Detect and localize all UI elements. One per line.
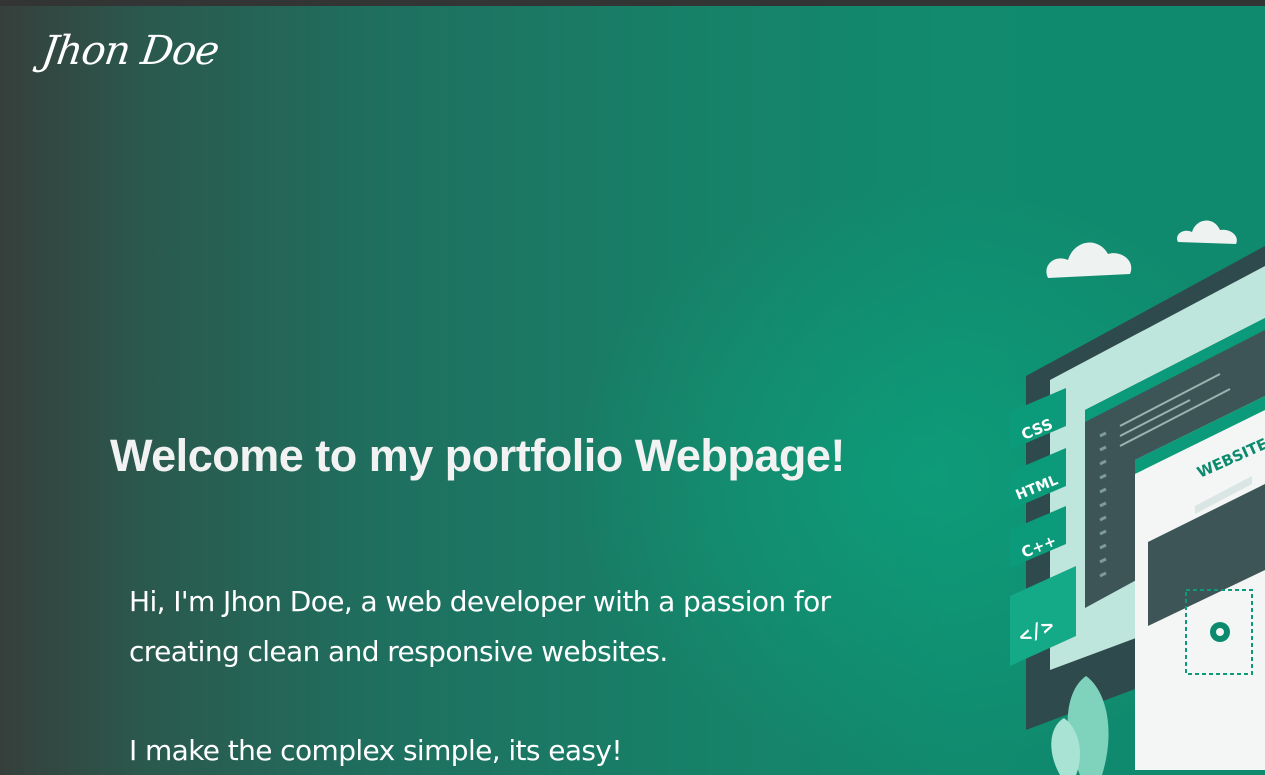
- cloud-icon: [1046, 242, 1132, 278]
- cloud-icon: [1177, 220, 1237, 244]
- web-developer-illustration: WEBSITE CSS HTML C++ </>: [990, 170, 1265, 775]
- brand-logo[interactable]: Jhon Doe: [39, 28, 222, 74]
- page-title: Welcome to my portfolio Webpage!: [110, 430, 845, 481]
- intro-text: Hi, I'm Jhon Doe, a web developer with a…: [129, 585, 831, 668]
- tagline-text: I make the complex simple, its easy!: [129, 734, 623, 767]
